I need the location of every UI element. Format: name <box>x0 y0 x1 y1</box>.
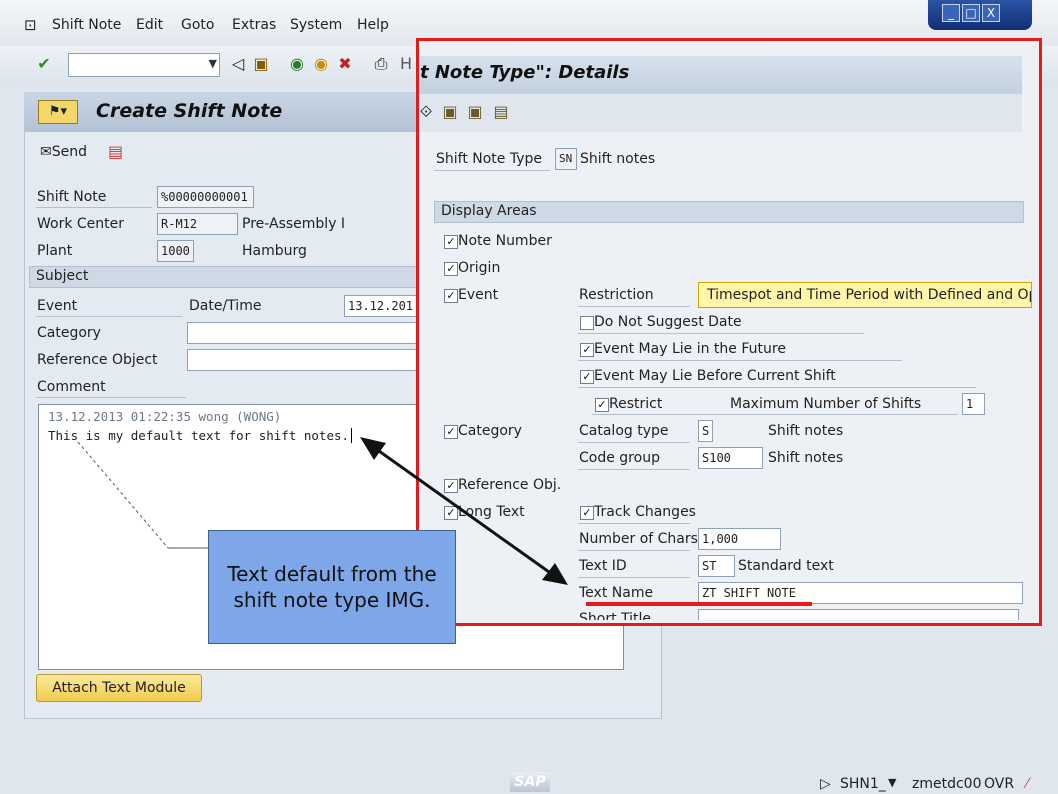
callout-text: Text default from the shift note type IM… <box>227 562 437 612</box>
insert-mode: OVR <box>984 776 1015 792</box>
transaction-code: SHN1_ <box>840 776 886 792</box>
annotation-callout: Text default from the shift note type IM… <box>208 530 456 644</box>
status-play-icon[interactable]: ▷ <box>820 776 831 792</box>
sap-logo: SAP <box>510 772 550 792</box>
chevron-down-icon[interactable]: ▼ <box>888 776 896 789</box>
annotation-overlay <box>77 437 568 585</box>
lock-icon: ⁄ <box>1026 776 1029 792</box>
arrow-head-icon <box>360 437 386 460</box>
leader-line <box>77 441 169 549</box>
server-name: zmetdc00 <box>912 776 982 792</box>
arrow-head-icon <box>542 563 568 585</box>
